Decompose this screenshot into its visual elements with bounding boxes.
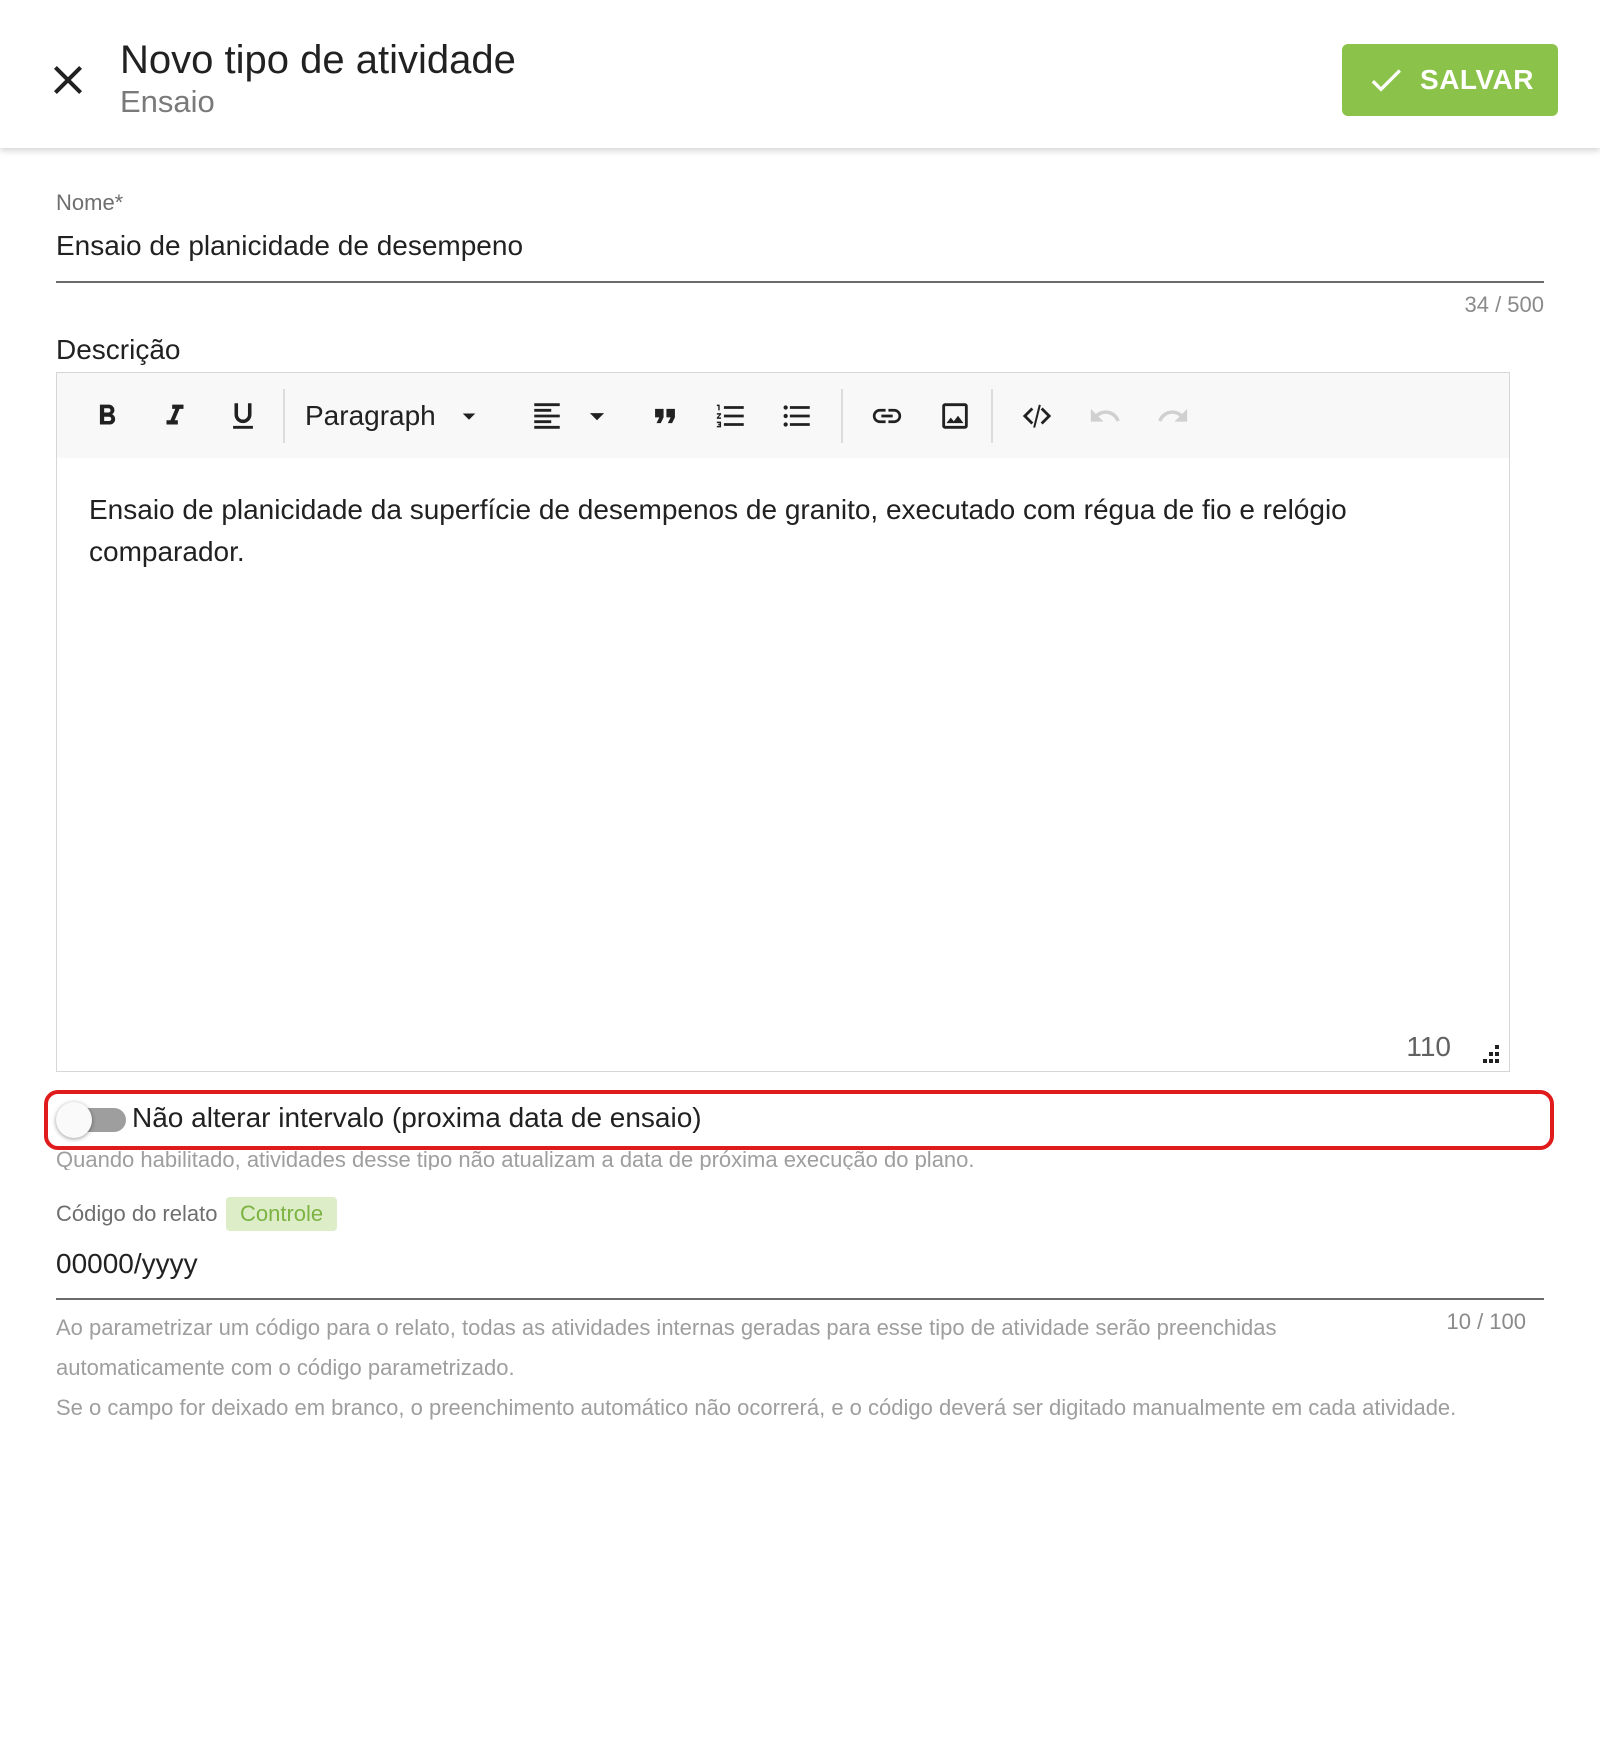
code-icon [1022,404,1052,428]
codigo-hint-secondary: Se o campo for deixado em branco, o pree… [56,1395,1457,1420]
nome-label: Nome* [56,190,124,215]
code-view-button[interactable] [1013,393,1061,439]
codigo-label: Código do relato [56,1201,218,1226]
rich-text-editor: Paragraph Ensaio de planicidade da super… [56,372,1510,1072]
undo-button[interactable] [1081,393,1129,439]
caret-down-icon [589,413,605,421]
toolbar-separator [841,389,843,443]
codigo-underline [56,1298,1544,1300]
controle-chip: Controle [226,1197,338,1231]
ordered-list-icon [716,404,744,428]
quote-icon [655,408,675,424]
underline-icon [233,403,253,429]
nome-underline [56,281,1544,283]
toggle-hint: Quando habilitado, atividades desse tipo… [56,1148,975,1170]
paragraph-select[interactable]: Paragraph [305,393,484,439]
redo-button[interactable] [1149,393,1197,439]
page-subtitle: Ensaio [120,84,215,119]
nome-input[interactable]: Ensaio de planicidade de desempeno [56,228,523,264]
redo-icon [1158,408,1188,422]
undo-icon [1090,408,1120,422]
codigo-counter: 10 / 100 [1446,1309,1526,1334]
codigo-input[interactable]: 00000/yyyy [56,1246,198,1282]
editor-toolbar: Paragraph [57,373,1509,458]
editor-char-count: 110 [1406,1031,1451,1062]
caret-down-icon [462,413,476,420]
image-button[interactable] [931,393,979,439]
italic-button[interactable] [151,393,199,439]
dialog-header: Novo tipo de atividade Ensaio SALVAR [0,0,1600,148]
bullet-list-button[interactable] [773,393,821,439]
toolbar-separator [991,389,993,443]
nome-counter: 34 / 500 [1464,292,1544,317]
toggle-knob [56,1102,92,1138]
bold-button[interactable] [83,393,131,439]
page-title: Novo tipo de atividade [120,38,516,82]
underline-button[interactable] [219,393,267,439]
link-button[interactable] [863,393,911,439]
toggle-label: Não alterar intervalo (proxima data de e… [132,1102,702,1133]
check-icon [1371,69,1402,92]
bold-icon [99,404,116,425]
ordered-list-button[interactable] [707,393,755,439]
descricao-label: Descrição [56,334,181,365]
bullet-list-icon [783,405,810,427]
link-icon [872,408,902,424]
align-left-icon [534,403,560,429]
save-button-label: SALVAR [1420,64,1534,95]
align-button[interactable] [523,393,571,439]
nao-alterar-intervalo-toggle[interactable] [56,1102,126,1138]
toolbar-separator [283,389,285,443]
save-button[interactable]: SALVAR [1342,44,1558,116]
image-icon [942,403,968,429]
codigo-hint: Ao parametrizar um código para o relato,… [56,1315,1277,1380]
blockquote-button[interactable] [641,393,689,439]
paragraph-select-label: Paragraph [305,400,436,431]
align-dropdown-button[interactable] [579,393,615,439]
close-button[interactable] [44,56,92,104]
resize-grip-icon[interactable] [1479,1043,1501,1065]
close-icon [54,66,82,94]
editor-content[interactable]: Ensaio de planicidade da superfície de d… [89,489,1409,573]
italic-icon [166,404,184,425]
